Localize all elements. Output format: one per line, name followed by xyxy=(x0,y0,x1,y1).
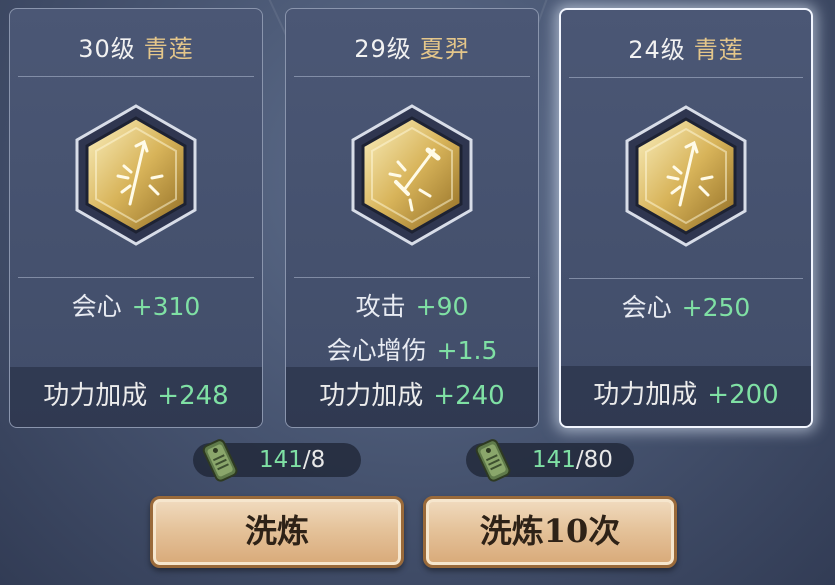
divider xyxy=(294,277,530,278)
stat-row: 会心 +250 xyxy=(561,286,811,330)
card-title: 24级 青莲 xyxy=(561,30,811,65)
divider xyxy=(294,76,530,77)
stat-name: 会心 xyxy=(71,292,122,321)
stat-row: 攻击 +90 xyxy=(286,285,538,329)
stat-card-3[interactable]: 24级 青莲 会心 +250 功力加成 +200 xyxy=(559,8,813,428)
refine-ten-button[interactable]: 洗炼10次 xyxy=(423,496,677,568)
stat-list: 会心 +310 xyxy=(10,285,262,329)
bonus-label: 功力加成 xyxy=(593,380,698,410)
stat-list: 会心 +250 xyxy=(561,286,811,330)
card-school: 夏羿 xyxy=(419,35,470,63)
divider xyxy=(569,77,803,78)
stat-value: +310 xyxy=(131,292,201,321)
card-school: 青莲 xyxy=(693,36,744,64)
card-school: 青莲 xyxy=(143,35,194,63)
power-bonus: 功力加成 +240 xyxy=(286,367,538,427)
sword-burst-icon xyxy=(350,104,474,246)
arrow-burst-icon xyxy=(74,104,198,246)
refine-once-button[interactable]: 洗炼 xyxy=(150,496,404,568)
bonus-value: +248 xyxy=(157,381,229,411)
stat-name: 会心增伤 xyxy=(326,336,427,365)
stat-row: 会心 +310 xyxy=(10,285,262,329)
card-title: 29级 夏羿 xyxy=(286,29,538,64)
bonus-value: +200 xyxy=(707,380,779,410)
refine-cost-single: 141/8 xyxy=(193,439,361,482)
jade-token-icon xyxy=(470,435,518,485)
card-level: 24级 xyxy=(628,36,686,64)
divider xyxy=(18,277,254,278)
cost-need: /8 xyxy=(302,447,326,473)
arrow-burst-icon xyxy=(624,105,748,247)
stat-value: +250 xyxy=(681,293,751,322)
jade-token-icon xyxy=(197,435,245,485)
stat-value: +1.5 xyxy=(436,336,498,365)
bonus-label: 功力加成 xyxy=(43,381,148,411)
power-bonus: 功力加成 +248 xyxy=(10,367,262,427)
stat-name: 攻击 xyxy=(355,292,406,321)
divider xyxy=(569,278,803,279)
stat-card-1[interactable]: 30级 青莲 会心 +310 功力加成 +248 xyxy=(9,8,263,428)
refine-cost-ten: 141/80 xyxy=(466,439,634,482)
cost-need: /80 xyxy=(575,447,613,473)
bonus-label: 功力加成 xyxy=(319,381,424,411)
stat-name: 会心 xyxy=(621,293,672,322)
card-level: 29级 xyxy=(354,35,412,63)
power-bonus: 功力加成 +200 xyxy=(561,366,811,426)
card-level: 30级 xyxy=(78,35,136,63)
bonus-value: +240 xyxy=(433,381,505,411)
stat-card-2[interactable]: 29级 夏羿 攻击 +90 会心增伤 +1.5 功力加成 +240 xyxy=(285,8,539,428)
cost-have: 141 xyxy=(259,447,303,473)
card-title: 30级 青莲 xyxy=(10,29,262,64)
stat-value: +90 xyxy=(415,292,469,321)
stat-list: 攻击 +90 会心增伤 +1.5 xyxy=(286,285,538,373)
divider xyxy=(18,76,254,77)
cost-have: 141 xyxy=(532,447,576,473)
